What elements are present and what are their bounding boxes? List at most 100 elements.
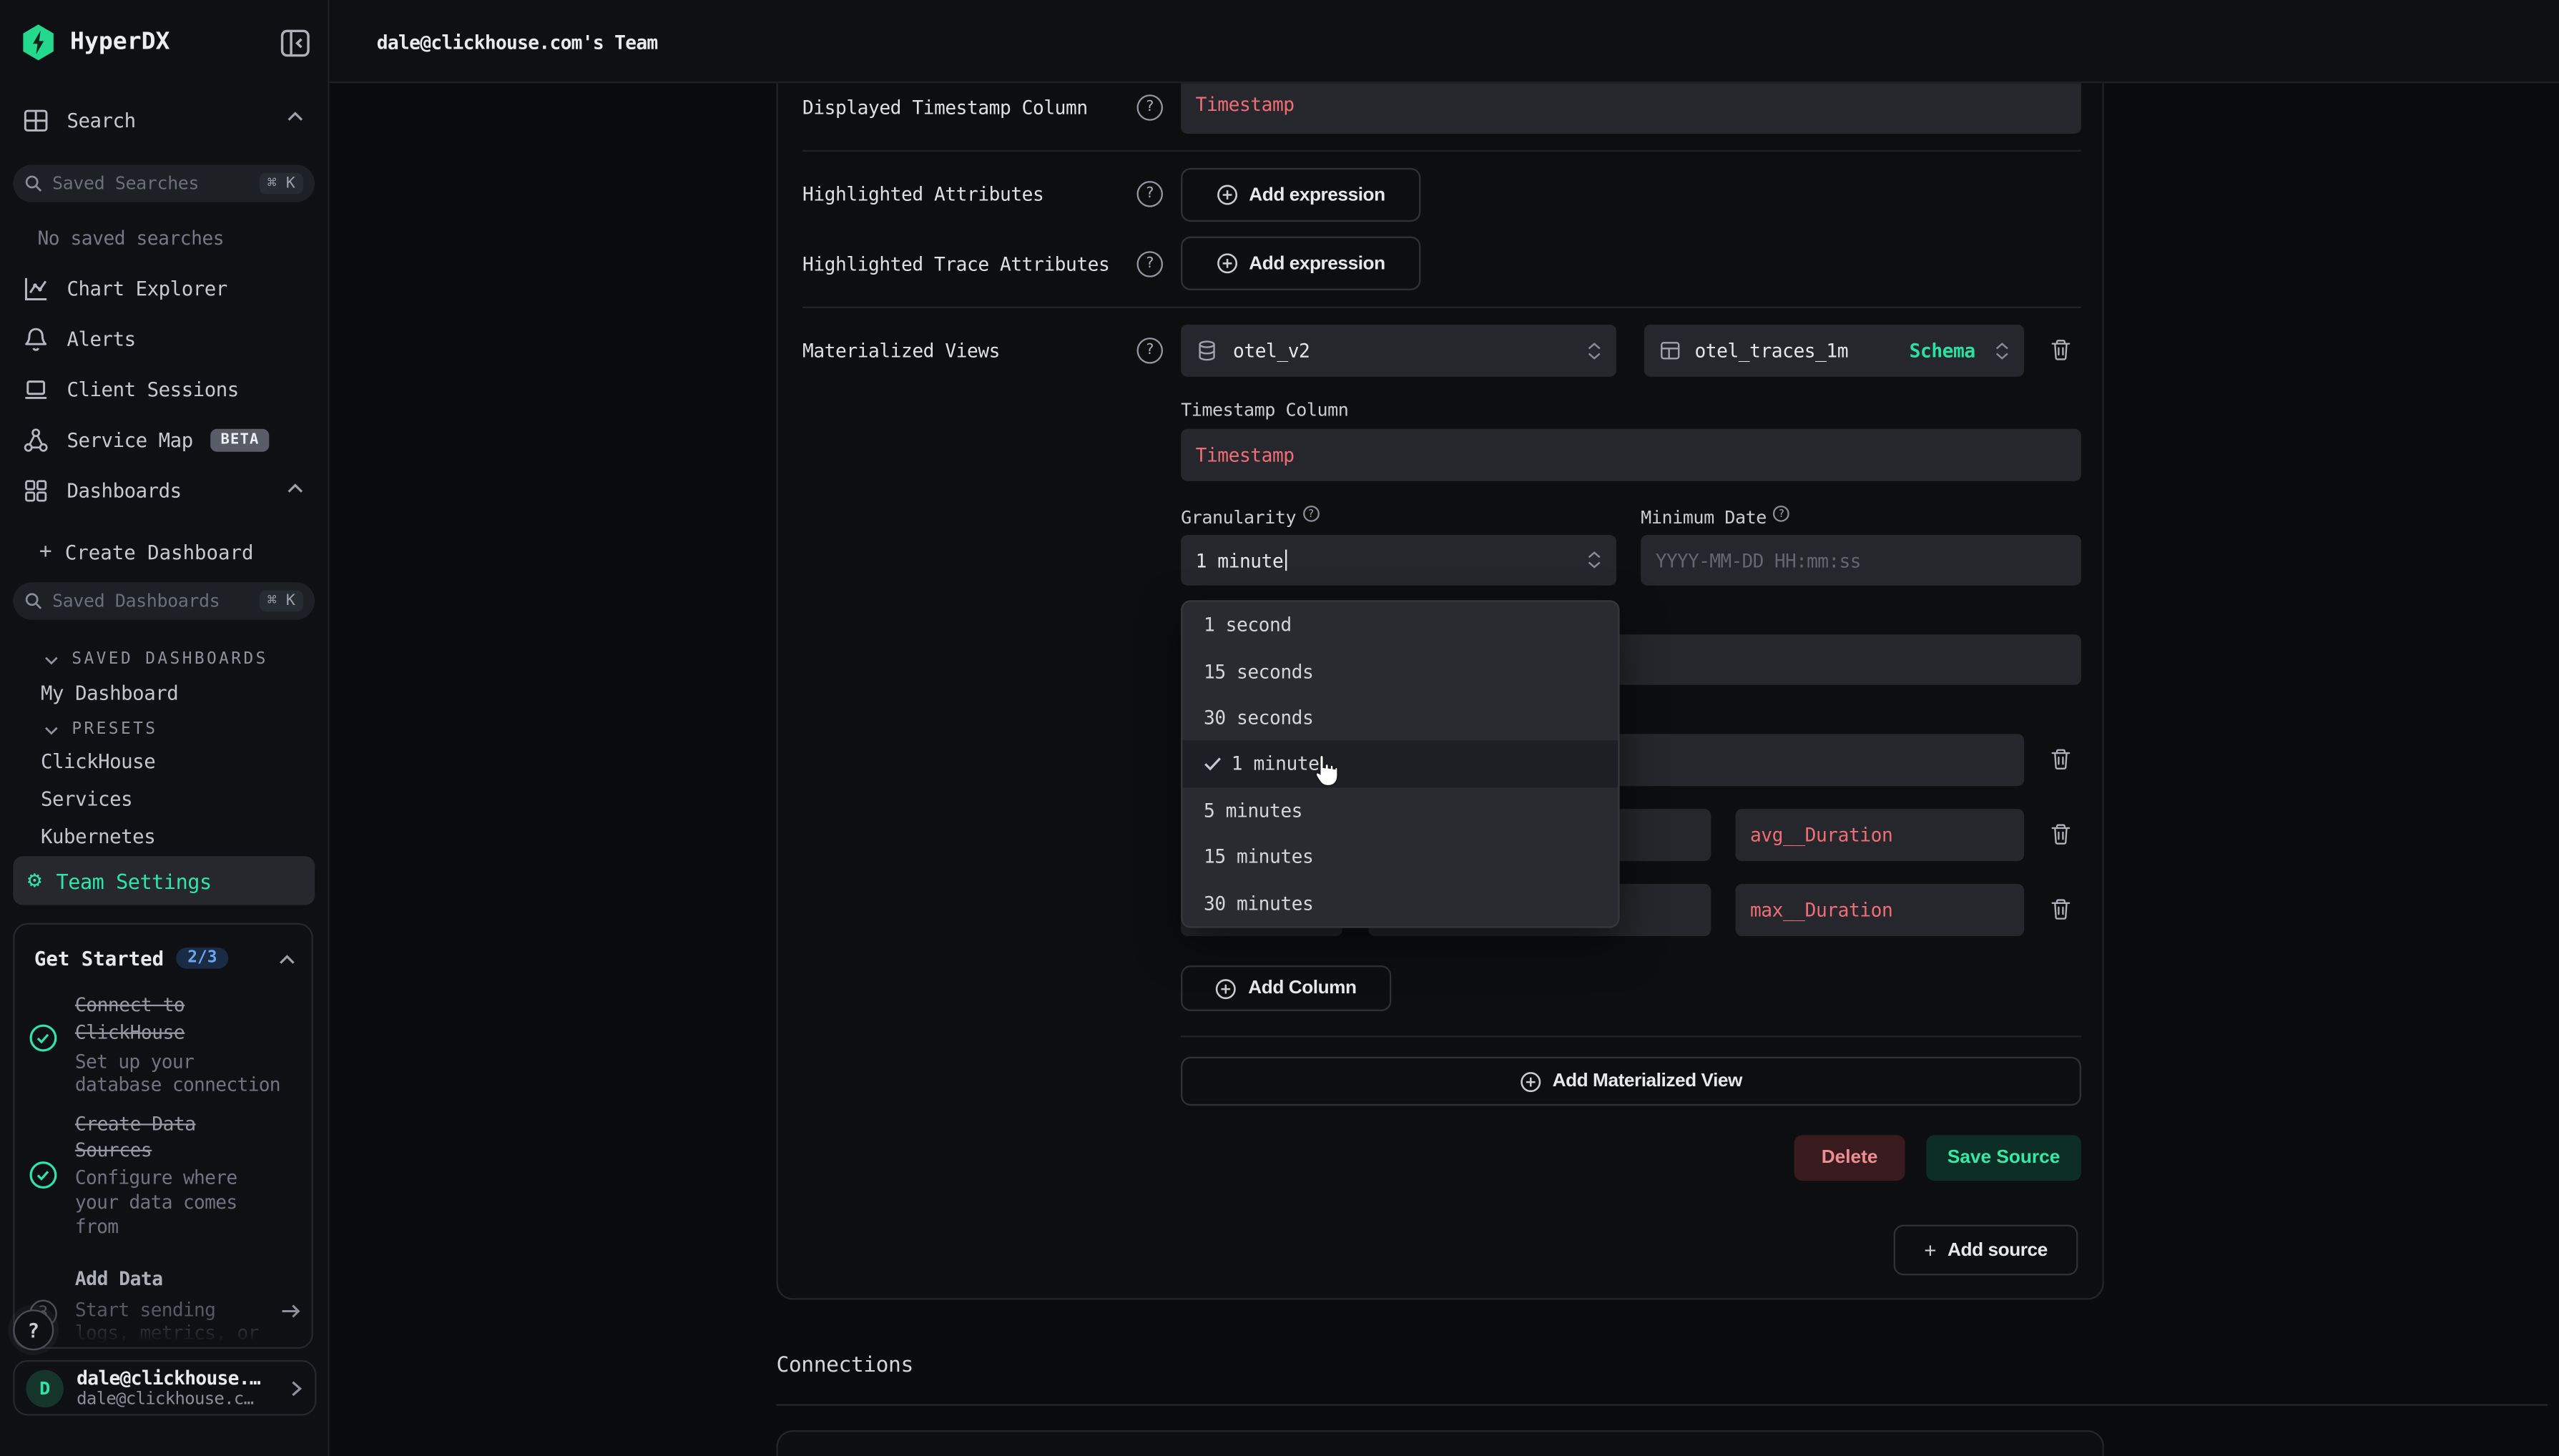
sidebar-item-services[interactable]: Services [41, 787, 132, 810]
section-label: PRESETS [72, 721, 157, 739]
add-materialized-view-button[interactable]: Add Materialized View [1181, 1057, 2081, 1106]
dropdown-option[interactable]: 15 seconds [1182, 648, 1618, 694]
sidebar-item-my-dashboard[interactable]: My Dashboard [41, 682, 178, 704]
sidebar-item-search[interactable]: Search [23, 103, 136, 139]
granularity-select[interactable]: 1 minute [1181, 535, 1616, 586]
chevron-down-icon [44, 655, 59, 665]
plus-circle-icon [1217, 252, 1238, 274]
save-source-button[interactable]: Save Source [1926, 1135, 2081, 1181]
sidebar-item-service-map[interactable]: Service Map BETA [23, 423, 269, 458]
sidebar-item-dashboards[interactable]: Dashboards [23, 473, 182, 508]
schema-link[interactable]: Schema [1910, 339, 1975, 362]
step-done-icon [29, 1161, 57, 1189]
mv-alias-input[interactable]: max__Duration [1735, 884, 2024, 936]
button-label: Add Column [1248, 978, 1356, 998]
main-content: Displayed Timestamp Column ? Timestamp H… [330, 83, 2559, 1456]
dropdown-option[interactable]: 5 minutes [1182, 787, 1618, 833]
sidebar-item-label: Client Sessions [67, 378, 239, 401]
help-icon[interactable]: ? [1137, 181, 1163, 207]
saved-searches-placeholder: Saved Searches [52, 173, 250, 195]
beta-badge: BETA [211, 429, 269, 452]
text-caret [1285, 550, 1287, 571]
section-saved-dashboards[interactable]: SAVED DASHBOARDS [44, 651, 268, 669]
button-label: Add Materialized View [1553, 1071, 1742, 1091]
step-title[interactable]: Connect to [75, 993, 185, 1016]
delete-column-trash-icon[interactable] [2048, 747, 2074, 772]
hyperdx-app: HyperDX Search Saved Searches ⌘ K No sav… [0, 0, 2559, 1456]
section-label: SAVED DASHBOARDS [72, 651, 267, 669]
saved-dashboards-input[interactable]: Saved Dashboards ⌘ K [13, 582, 315, 619]
user-menu[interactable]: D dale@clickhouse.… dale@clickhouse.c… [13, 1360, 316, 1416]
step-title[interactable]: ClickHouse [75, 1021, 185, 1044]
fade-overlay [15, 1314, 312, 1347]
mv-table-select[interactable]: otel_traces_1m Schema [1644, 325, 2024, 377]
delete-column-trash-icon[interactable] [2048, 897, 2074, 923]
info-icon[interactable]: ? [1773, 506, 1789, 522]
delete-button[interactable]: Delete [1794, 1135, 1905, 1181]
dropdown-option[interactable]: 1 second [1182, 602, 1618, 649]
dropdown-option-selected[interactable]: 1 minute [1182, 741, 1618, 787]
sidebar-item-team-settings[interactable]: ⚙ Team Settings [13, 856, 315, 905]
check-icon [1204, 757, 1222, 772]
connections-panel [777, 1430, 2104, 1456]
help-button[interactable]: ? [13, 1309, 54, 1350]
saved-searches-input[interactable]: Saved Searches ⌘ K [13, 164, 315, 202]
field-label: Materialized Views [802, 339, 1000, 362]
minimum-date-input[interactable] [1641, 535, 2081, 586]
sidebar-item-alerts[interactable]: Alerts [23, 321, 136, 357]
sidebar-item-label: Chart Explorer [67, 277, 227, 300]
user-name: dale@clickhouse.… [77, 1367, 277, 1389]
sidebar-item-chart-explorer[interactable]: Chart Explorer [23, 271, 227, 307]
chevron-up-icon[interactable] [287, 111, 303, 122]
sidebar-item-clickhouse[interactable]: ClickHouse [41, 750, 155, 773]
select-chevrons-icon [1995, 342, 2010, 360]
dropdown-option[interactable]: 30 minutes [1182, 880, 1618, 926]
field-label: Highlighted Attributes [802, 182, 1043, 205]
section-presets[interactable]: PRESETS [44, 721, 158, 739]
brand-name: HyperDX [70, 29, 170, 55]
search-icon [24, 174, 42, 192]
chevron-right-icon [290, 1379, 303, 1397]
service-map-icon [23, 427, 49, 453]
help-icon[interactable]: ? [1137, 251, 1163, 277]
search-panel-icon [23, 108, 49, 134]
displayed-timestamp-input[interactable]: Timestamp [1181, 83, 2081, 134]
step-title[interactable]: Add Data [75, 1267, 163, 1290]
create-dashboard-label: Create Dashboard [65, 541, 254, 564]
sidebar-item-client-sessions[interactable]: Client Sessions [23, 372, 239, 408]
sidebar-collapse-button[interactable] [280, 29, 310, 57]
avatar: D [26, 1369, 63, 1406]
connections-title: Connections [777, 1354, 913, 1378]
create-dashboard-button[interactable]: + Create Dashboard [39, 540, 254, 564]
timestamp-column-label: Timestamp Column [1181, 400, 1348, 421]
dropdown-option[interactable]: 30 seconds [1182, 694, 1618, 741]
chevron-up-icon[interactable] [287, 483, 303, 494]
add-column-button[interactable]: Add Column [1181, 965, 1391, 1011]
mv-view-select[interactable]: otel_v2 [1181, 325, 1616, 377]
saved-dashboards-placeholder: Saved Dashboards [52, 591, 250, 612]
help-icon[interactable]: ? [1137, 338, 1163, 363]
gear-icon: ⚙ [28, 870, 41, 892]
mv-alias-input[interactable]: avg__Duration [1735, 809, 2024, 861]
sidebar-item-label: Alerts [67, 328, 136, 350]
add-source-button[interactable]: + Add source [1894, 1225, 2078, 1276]
button-label: Add expression [1249, 254, 1385, 273]
step-title[interactable]: Sources [75, 1138, 152, 1161]
mv-timestamp-input[interactable]: Timestamp [1181, 429, 2081, 481]
add-expression-button[interactable]: Add expression [1181, 237, 1420, 290]
sidebar-item-kubernetes[interactable]: Kubernetes [41, 825, 155, 848]
plus-circle-icon [1216, 978, 1237, 999]
info-icon[interactable]: ? [1302, 506, 1319, 522]
table-icon [1659, 339, 1681, 362]
user-email: dale@clickhouse.c… [77, 1389, 277, 1408]
add-expression-button[interactable]: Add expression [1181, 168, 1420, 222]
delete-column-trash-icon[interactable] [2048, 822, 2074, 847]
step-title[interactable]: Create Data [75, 1112, 196, 1135]
dropdown-option[interactable]: 15 minutes [1182, 833, 1618, 880]
help-icon[interactable]: ? [1137, 94, 1163, 120]
chevron-up-icon[interactable] [279, 954, 295, 965]
sidebar-item-label: Service Map [67, 429, 193, 452]
delete-view-trash-icon[interactable] [2048, 338, 2074, 363]
divider [1181, 1036, 2081, 1037]
input-value: max__Duration [1750, 899, 1892, 922]
